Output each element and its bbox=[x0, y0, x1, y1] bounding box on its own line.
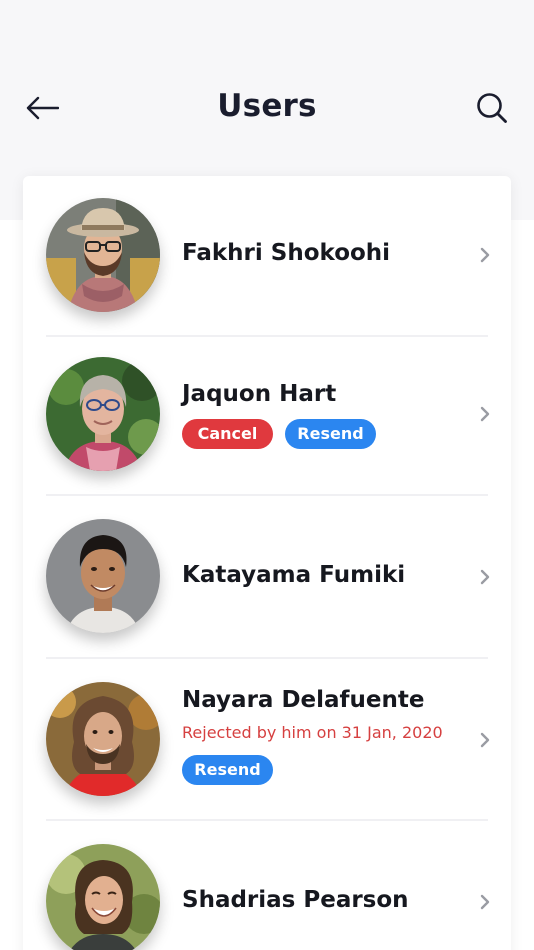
user-name: Katayama Fumiki bbox=[182, 562, 406, 588]
user-name: Nayara Delafuente bbox=[182, 687, 425, 713]
avatar bbox=[46, 844, 160, 950]
resend-button[interactable]: Resend bbox=[182, 755, 273, 785]
chevron-right-icon bbox=[477, 405, 493, 423]
chevron-right-icon bbox=[477, 568, 493, 586]
rejection-status: Rejected by him on 31 Jan, 2020 bbox=[182, 723, 443, 742]
users-screen: Users Fakhri Shokoohi Jaquon Hart Cancel… bbox=[0, 0, 534, 950]
search-icon bbox=[477, 93, 507, 123]
list-item[interactable]: Shadrias Pearson bbox=[23, 821, 511, 950]
list-item[interactable]: Jaquon Hart Cancel Resend bbox=[23, 337, 511, 495]
cancel-button[interactable]: Cancel bbox=[182, 419, 273, 449]
chevron-right-icon bbox=[477, 246, 493, 264]
list-item[interactable]: Katayama Fumiki bbox=[23, 496, 511, 658]
avatar bbox=[46, 682, 160, 796]
user-name: Jaquon Hart bbox=[182, 381, 337, 407]
user-name: Fakhri Shokoohi bbox=[182, 240, 391, 266]
avatar bbox=[46, 519, 160, 633]
search-button[interactable] bbox=[474, 90, 510, 126]
chevron-right-icon bbox=[477, 731, 493, 749]
resend-button[interactable]: Resend bbox=[285, 419, 376, 449]
user-name: Shadrias Pearson bbox=[182, 887, 409, 913]
users-list: Fakhri Shokoohi Jaquon Hart Cancel Resen… bbox=[23, 176, 511, 950]
list-item[interactable]: Fakhri Shokoohi bbox=[23, 176, 511, 336]
avatar bbox=[46, 357, 160, 471]
avatar bbox=[46, 198, 160, 312]
page-title: Users bbox=[217, 88, 317, 124]
list-item[interactable]: Nayara Delafuente Rejected by him on 31 … bbox=[23, 659, 511, 819]
chevron-right-icon bbox=[477, 893, 493, 911]
